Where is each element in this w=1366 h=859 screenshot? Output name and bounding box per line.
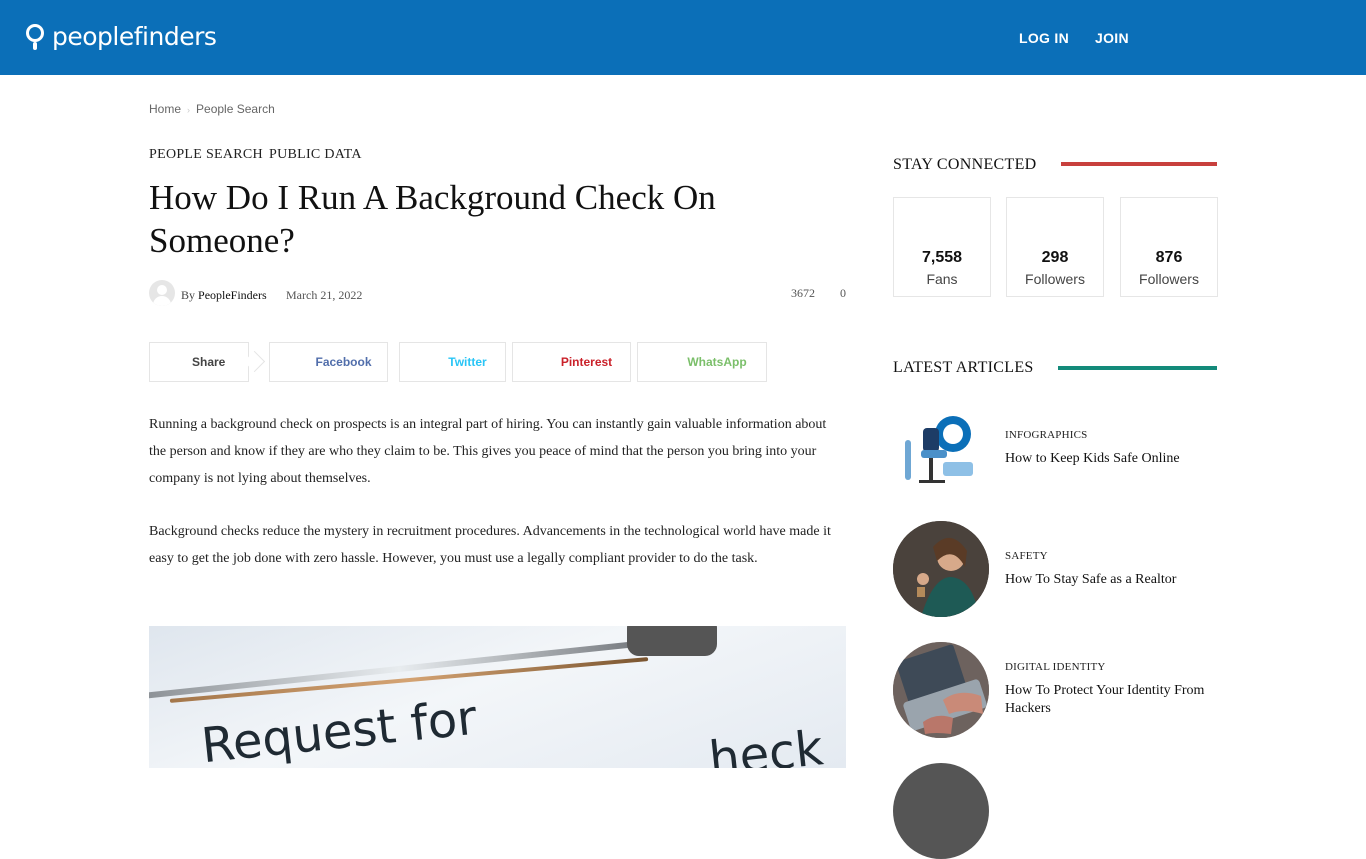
twitter-followers-count: 298 [1041,249,1069,266]
join-link[interactable]: JOIN [1095,30,1129,46]
by-label: By [181,288,196,302]
article-paragraph: Running a background check on prospects … [149,417,827,486]
breadcrumb-separator: › [187,105,191,115]
article-thumbnail[interactable] [893,763,989,859]
category-public-data[interactable]: PUBLIC DATA [269,147,362,162]
followers-count: 876 [1155,249,1183,266]
followers-label: Followers [1139,271,1199,287]
article-title: How Do I Run A Background Check On Someo… [149,178,716,260]
whatsapp-label: WhatsApp [687,355,747,369]
article-category[interactable]: DIGITAL IDENTITY [1005,661,1106,673]
whatsapp-share-button[interactable]: WhatsApp [637,342,767,382]
article-thumbnail[interactable] [893,642,989,738]
login-link[interactable]: LOG IN [1019,30,1069,46]
hero-image-text: heck [706,720,826,768]
stay-connected-heading: STAY CONNECTED [893,156,1037,173]
twitter-followers-label: Followers [1025,271,1085,287]
article-thumbnail[interactable] [893,521,989,617]
article-link[interactable]: How to Keep Kids Safe Online [1005,450,1210,468]
author-avatar[interactable] [149,280,175,306]
logo-pin-icon [26,23,44,50]
article-category[interactable]: SAFETY [1005,550,1048,562]
breadcrumb: Home › People Search [149,102,275,116]
social-third-box[interactable]: 876 Followers [1120,197,1218,297]
share-label: Share [192,355,226,369]
pinterest-label: Pinterest [560,355,613,369]
share-toggle-button[interactable]: Share [149,342,249,382]
facebook-label: Facebook [315,355,372,369]
article-link[interactable]: How To Protect Your Identity From Hacker… [1005,682,1210,718]
breadcrumb-people-search[interactable]: People Search [196,102,275,116]
breadcrumb-home[interactable]: Home [149,102,181,116]
article-hero-image: Request for heck [149,626,846,768]
pinterest-share-button[interactable]: Pinterest [512,342,631,382]
social-twitter-box[interactable]: 298 Followers [1006,197,1104,297]
article-paragraph: Background checks reduce the mystery in … [149,524,831,566]
article-counters: 3672 0 [775,286,846,301]
facebook-share-button[interactable]: Facebook [269,342,388,382]
logo-text: peoplefinders [52,22,217,51]
twitter-label: Twitter [448,355,487,369]
site-logo[interactable]: peoplefinders [26,22,217,51]
article-thumbnail[interactable] [893,400,989,496]
author-name[interactable]: PeopleFinders [198,288,267,302]
comments-count[interactable]: 0 [840,286,846,300]
hero-image-text: Request for [198,689,480,768]
latest-articles-accent-line [1058,366,1217,370]
publish-date: March 21, 2022 [286,288,363,302]
article-category[interactable]: INFOGRAPHICS [1005,429,1087,441]
stay-connected-accent-line [1061,162,1217,166]
article-link[interactable]: How To Stay Safe as a Realtor [1005,571,1210,589]
facebook-fans-label: Fans [926,271,958,287]
latest-articles-heading: LATEST ARTICLES [893,359,1034,376]
social-facebook-box[interactable]: 7,558 Fans [893,197,991,297]
facebook-fans-count: 7,558 [921,249,963,266]
top-navbar: peoplefinders LOG IN JOIN [0,0,1366,75]
twitter-share-button[interactable]: Twitter [399,342,506,382]
article-categories: PEOPLE SEARCH PUBLIC DATA [149,147,368,163]
category-people-search[interactable]: PEOPLE SEARCH [149,147,263,162]
article-meta: By PeopleFinders March 21, 2022 3672 0 [149,280,846,308]
author-byline: By PeopleFinders [181,288,267,303]
views-count: 3672 [791,286,815,300]
